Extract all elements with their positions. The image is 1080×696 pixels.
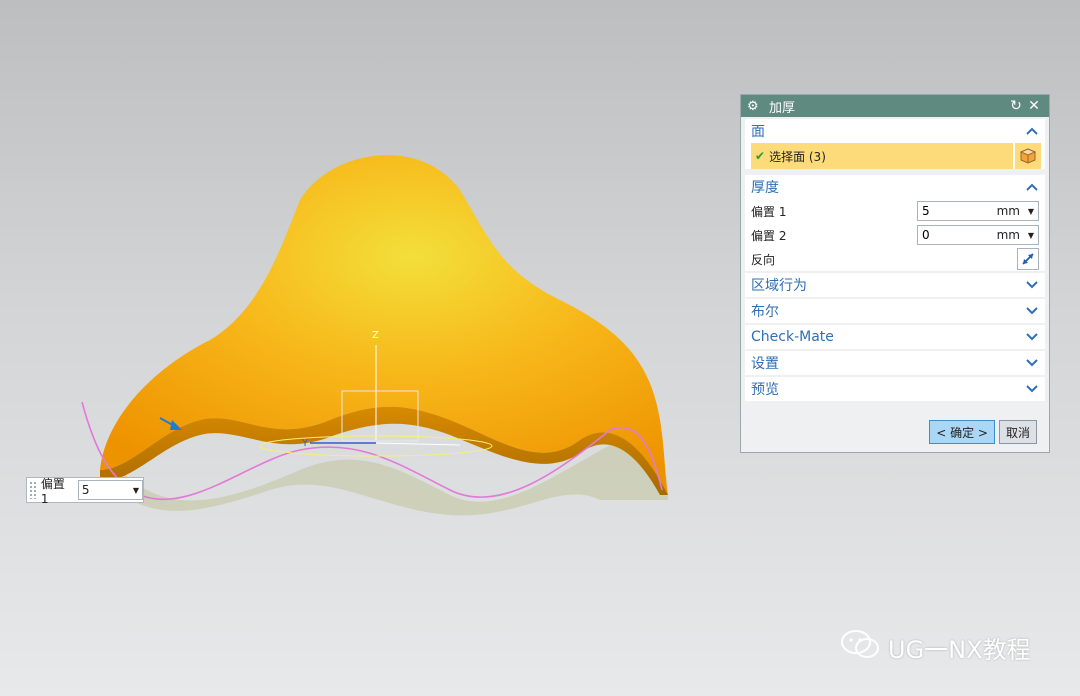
drag-grip-icon[interactable]: [29, 481, 37, 499]
chevron-down-icon[interactable]: ▼: [1024, 207, 1038, 216]
section-thickness: 厚度 偏置 1 mm ▼ 偏置 2 mm ▼ 反向: [745, 175, 1045, 271]
offset1-onscreen-value[interactable]: 5: [79, 483, 130, 497]
reverse-row: 反向: [745, 247, 1045, 271]
section-region: 区域行为: [745, 273, 1045, 297]
section-preview-header[interactable]: 预览: [745, 377, 1045, 401]
chevron-down-icon[interactable]: [1025, 330, 1039, 344]
section-region-label: 区域行为: [751, 278, 807, 294]
offset1-label: 偏置 1: [751, 204, 787, 219]
axis-y-label: Y: [301, 438, 309, 449]
section-face-header[interactable]: 面: [745, 119, 1045, 143]
cancel-button[interactable]: 取消: [998, 420, 1037, 444]
section-thickness-header[interactable]: 厚度: [745, 175, 1045, 199]
offset1-combo[interactable]: mm ▼: [917, 201, 1039, 221]
dialog-title: 加厚: [769, 100, 796, 116]
section-boolean-header[interactable]: 布尔: [745, 299, 1045, 323]
chevron-down-icon[interactable]: ▼: [130, 486, 142, 495]
wechat-logo-icon: [840, 628, 880, 666]
section-preview: 预览: [745, 377, 1045, 401]
chevron-down-icon[interactable]: [1025, 382, 1039, 396]
offset1-row: 偏置 1 mm ▼: [745, 199, 1045, 223]
section-thickness-label: 厚度: [751, 180, 779, 196]
gear-icon[interactable]: ⚙: [747, 99, 763, 114]
chevron-down-icon[interactable]: [1025, 356, 1039, 370]
chevron-down-icon[interactable]: [1025, 304, 1039, 318]
offset2-combo[interactable]: mm ▼: [917, 225, 1039, 245]
chevron-up-icon[interactable]: [1025, 124, 1039, 138]
reset-icon[interactable]: ↻: [1007, 98, 1025, 114]
select-face-button[interactable]: ✔ 选择面 (3): [751, 143, 1013, 169]
axis-z-label: Z: [372, 330, 379, 341]
section-checkmate-label: Check-Mate: [751, 329, 834, 345]
offset1-onscreen-label: 偏置 1: [40, 476, 65, 506]
section-face-label: 面: [751, 124, 765, 140]
select-face-label: 选择面 (3): [769, 149, 826, 164]
offset2-row: 偏置 2 mm ▼: [745, 223, 1045, 247]
select-face-row: ✔ 选择面 (3): [751, 143, 1041, 169]
close-icon[interactable]: ✕: [1025, 98, 1043, 114]
chevron-down-icon[interactable]: ▼: [1024, 231, 1038, 240]
section-boolean-label: 布尔: [751, 304, 779, 320]
watermark: UG一NX教程: [840, 628, 1031, 666]
reverse-label: 反向: [751, 252, 776, 267]
offset1-onscreen-input[interactable]: 偏置 1 5 ▼: [26, 476, 144, 506]
dialog-footer: < 确定 > 取消: [929, 420, 1037, 444]
offset2-label: 偏置 2: [751, 228, 787, 243]
chevron-down-icon[interactable]: [1025, 278, 1039, 292]
section-settings-header[interactable]: 设置: [745, 351, 1045, 375]
chevron-up-icon[interactable]: [1025, 180, 1039, 194]
section-checkmate-header[interactable]: Check-Mate: [745, 325, 1045, 349]
section-preview-label: 预览: [751, 382, 779, 398]
thicken-dialog: ⚙ 加厚 ↻ ✕ 面 ✔ 选择面 (3) 厚度 偏置 1 m: [740, 94, 1050, 453]
offset2-input[interactable]: [918, 228, 986, 242]
check-icon: ✔: [755, 149, 766, 163]
watermark-text: UG一NX教程: [888, 635, 1031, 664]
dialog-title-bar[interactable]: ⚙ 加厚 ↻ ✕: [741, 95, 1049, 117]
section-checkmate: Check-Mate: [745, 325, 1045, 349]
face-selector-cube-icon[interactable]: [1015, 143, 1041, 169]
section-settings-label: 设置: [751, 356, 779, 372]
section-face: 面 ✔ 选择面 (3): [745, 119, 1045, 169]
offset1-input[interactable]: [918, 204, 986, 218]
reverse-direction-icon[interactable]: [1017, 248, 1039, 270]
section-settings: 设置: [745, 351, 1045, 375]
section-region-header[interactable]: 区域行为: [745, 273, 1045, 297]
offset1-onscreen-combo[interactable]: 5 ▼: [77, 480, 143, 500]
offset2-unit: mm: [996, 228, 1020, 242]
offset1-unit: mm: [996, 204, 1020, 218]
ok-button[interactable]: < 确定 >: [929, 420, 995, 444]
section-boolean: 布尔: [745, 299, 1045, 323]
